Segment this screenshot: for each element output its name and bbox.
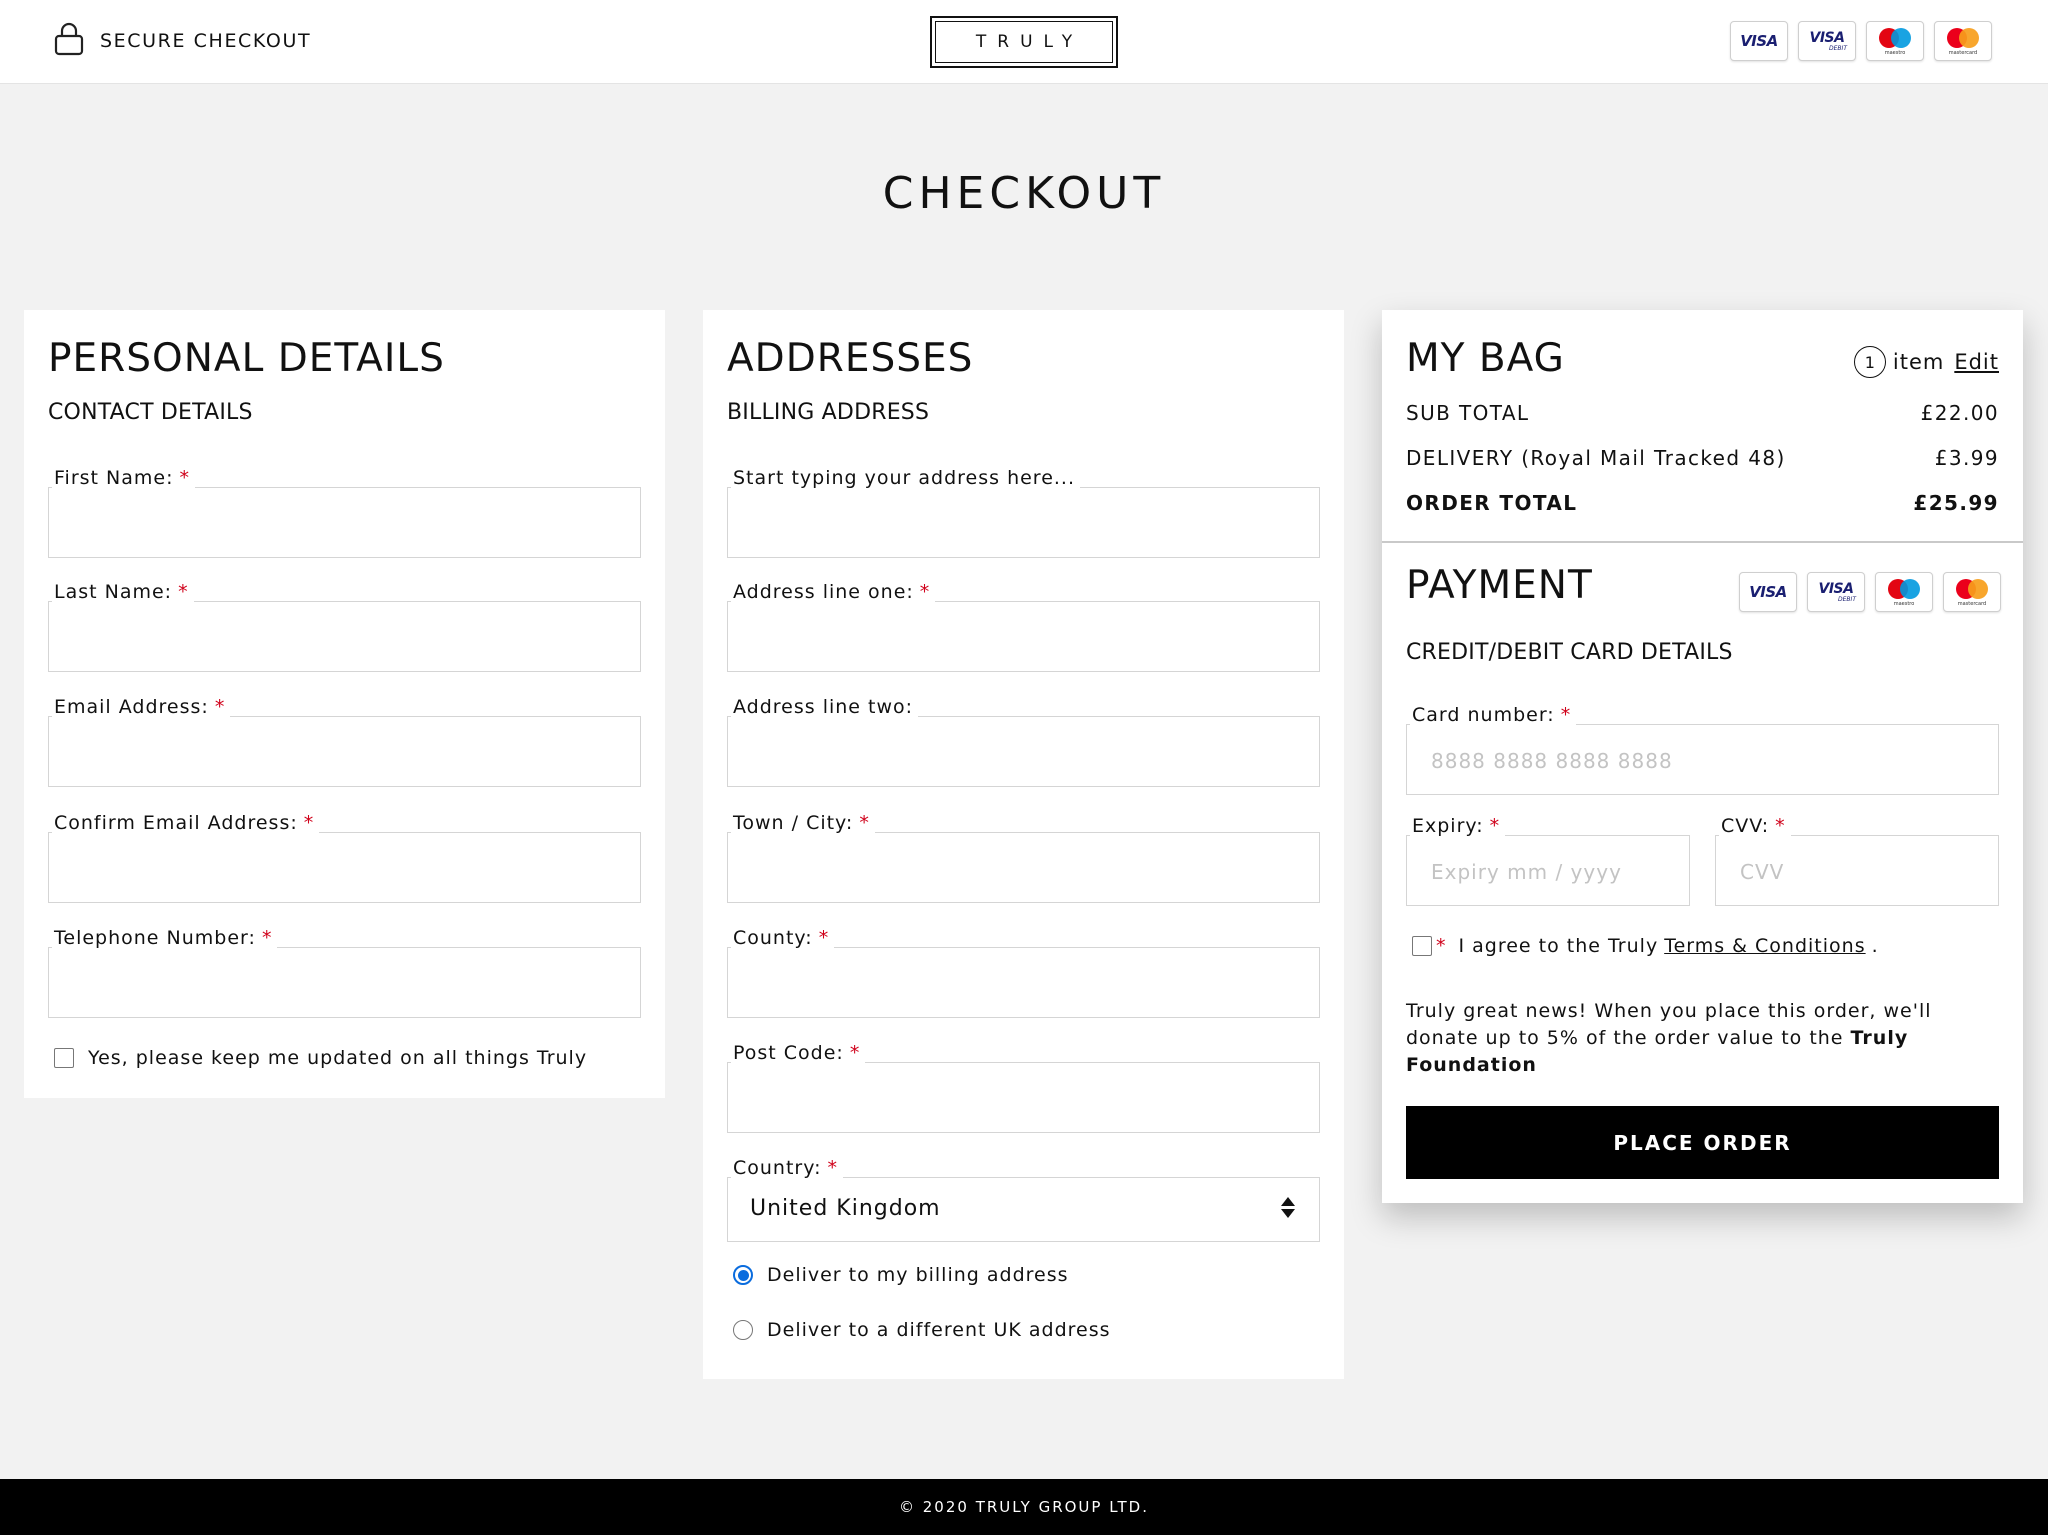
visa-icon: VISA	[1730, 21, 1788, 61]
header: SECURE CHECKOUT TRULY VISA VISA DEBIT mae…	[0, 0, 2048, 84]
payment-title: PAYMENT	[1406, 563, 1593, 608]
item-label: item	[1892, 350, 1945, 374]
cvv-field[interactable]: CVV: * CVV	[1715, 815, 1999, 906]
secure-checkout-label: SECURE CHECKOUT	[100, 30, 312, 52]
copyright: © 2020 TRULY GROUP LTD.	[899, 1498, 1149, 1516]
maestro-icon: maestro	[1866, 21, 1924, 61]
mastercard-icon: mastercard	[1943, 572, 2001, 612]
telephone-label: Telephone Number: *	[52, 927, 278, 949]
cvv-placeholder: CVV	[1740, 860, 1785, 884]
billing-address-subtitle: BILLING ADDRESS	[727, 400, 930, 425]
terms-checkbox[interactable]	[1412, 936, 1432, 956]
truly-logo[interactable]: TRULY	[930, 16, 1118, 68]
cvv-label: CVV: *	[1719, 815, 1791, 837]
confirm-email-field[interactable]: Confirm Email Address: *	[48, 812, 641, 903]
item-count-badge: 1	[1853, 346, 1886, 378]
logo-text: TRULY	[935, 21, 1113, 63]
personal-details-panel: PERSONAL DETAILS CONTACT DETAILS First N…	[24, 310, 665, 1098]
footer: © 2020 TRULY GROUP LTD.	[0, 1479, 2048, 1535]
addresses-title: ADDRESSES	[727, 336, 974, 381]
select-arrows-icon	[1281, 1197, 1295, 1218]
deliver-billing-label: Deliver to my billing address	[767, 1264, 1069, 1286]
order-total-value: £25.99	[1913, 491, 1999, 515]
last-name-label: Last Name: *	[52, 581, 194, 603]
delivery-value: £3.99	[1934, 446, 1999, 470]
last-name-field[interactable]: Last Name: *	[48, 581, 641, 672]
address-line-one-label: Address line one: *	[731, 581, 936, 603]
sub-total-value: £22.00	[1920, 401, 1999, 425]
delivery-row: DELIVERY (Royal Mail Tracked 48) £3.99	[1406, 446, 1999, 470]
maestro-icon: maestro	[1875, 572, 1933, 612]
telephone-field[interactable]: Telephone Number: *	[48, 927, 641, 1018]
deliver-different-label: Deliver to a different UK address	[767, 1319, 1111, 1341]
deliver-different-option[interactable]: Deliver to a different UK address	[733, 1319, 1111, 1341]
terms-agreement[interactable]: * I agree to the Truly Terms & Condition…	[1412, 935, 1879, 957]
sub-total-row: SUB TOTAL £22.00	[1406, 401, 1999, 425]
confirm-email-label: Confirm Email Address: *	[52, 812, 320, 834]
visa-debit-icon: VISA DEBIT	[1798, 21, 1856, 61]
sub-total-label: SUB TOTAL	[1406, 401, 1530, 425]
address-line-two-label: Address line two:	[731, 696, 919, 718]
post-code-label: Post Code: *	[731, 1042, 866, 1064]
terms-suffix: .	[1871, 935, 1879, 957]
first-name-field[interactable]: First Name: *	[48, 467, 641, 558]
addresses-panel: ADDRESSES BILLING ADDRESS Start typing y…	[703, 310, 1344, 1379]
country-value: United Kingdom	[750, 1196, 941, 1221]
bag-meta: 1 item Edit	[1853, 346, 1999, 378]
expiry-placeholder: Expiry mm / yyyy	[1431, 860, 1622, 884]
deliver-billing-option[interactable]: Deliver to my billing address	[733, 1264, 1069, 1286]
visa-debit-icon: VISA DEBIT	[1807, 572, 1865, 612]
card-details-subtitle: CREDIT/DEBIT CARD DETAILS	[1406, 640, 1733, 665]
newsletter-option[interactable]: Yes, please keep me updated on all thing…	[54, 1047, 587, 1069]
page-title: CHECKOUT	[882, 168, 1166, 219]
visa-icon: VISA	[1739, 572, 1797, 612]
deliver-different-radio[interactable]	[733, 1320, 753, 1340]
county-field[interactable]: County: *	[727, 927, 1320, 1018]
email-label: Email Address: *	[52, 696, 231, 718]
edit-bag-link[interactable]: Edit	[1954, 350, 1999, 374]
personal-details-title: PERSONAL DETAILS	[48, 336, 445, 381]
contact-details-subtitle: CONTACT DETAILS	[48, 400, 253, 425]
mastercard-icon: mastercard	[1934, 21, 1992, 61]
newsletter-checkbox[interactable]	[54, 1048, 74, 1068]
address-lookup-field[interactable]: Start typing your address here...	[727, 467, 1320, 558]
order-total-row: ORDER TOTAL £25.99	[1406, 491, 1999, 515]
terms-link[interactable]: Terms & Conditions	[1664, 935, 1865, 957]
deliver-billing-radio[interactable]	[733, 1265, 753, 1285]
donation-message: Truly great news! When you place this or…	[1406, 1000, 1932, 1076]
address-line-one-field[interactable]: Address line one: *	[727, 581, 1320, 672]
country-select[interactable]: Country: * United Kingdom	[727, 1157, 1320, 1242]
delivery-label: DELIVERY (Royal Mail Tracked 48)	[1406, 446, 1786, 470]
terms-prefix: I agree to the Truly	[1458, 935, 1659, 957]
secure-checkout: SECURE CHECKOUT	[54, 22, 311, 60]
expiry-field[interactable]: Expiry: * Expiry mm / yyyy	[1406, 815, 1690, 906]
bag-divider	[1382, 541, 2023, 543]
lock-icon	[54, 22, 84, 60]
bag-payment-panel: MY BAG 1 item Edit SUB TOTAL £22.00 DELI…	[1382, 310, 2023, 1203]
payment-card-icons: VISA VISA DEBIT maestro mastercard	[1739, 572, 2001, 612]
country-label: Country: *	[731, 1157, 843, 1179]
address-lookup-label: Start typing your address here...	[731, 467, 1081, 489]
address-line-two-field[interactable]: Address line two:	[727, 696, 1320, 787]
header-payment-icons: VISA VISA DEBIT maestro mastercard	[1730, 21, 1992, 61]
county-label: County: *	[731, 927, 835, 949]
order-total-label: ORDER TOTAL	[1406, 491, 1578, 515]
first-name-label: First Name: *	[52, 467, 195, 489]
expiry-label: Expiry: *	[1410, 815, 1506, 837]
my-bag-title: MY BAG	[1406, 336, 1565, 381]
card-number-label: Card number: *	[1410, 704, 1577, 726]
town-city-field[interactable]: Town / City: *	[727, 812, 1320, 903]
email-field[interactable]: Email Address: *	[48, 696, 641, 787]
place-order-button[interactable]: PLACE ORDER	[1406, 1106, 1999, 1179]
post-code-field[interactable]: Post Code: *	[727, 1042, 1320, 1133]
newsletter-label: Yes, please keep me updated on all thing…	[88, 1047, 588, 1069]
card-number-field[interactable]: Card number: * 8888 8888 8888 8888	[1406, 704, 1999, 795]
card-number-placeholder: 8888 8888 8888 8888	[1431, 749, 1673, 773]
town-city-label: Town / City: *	[731, 812, 875, 834]
